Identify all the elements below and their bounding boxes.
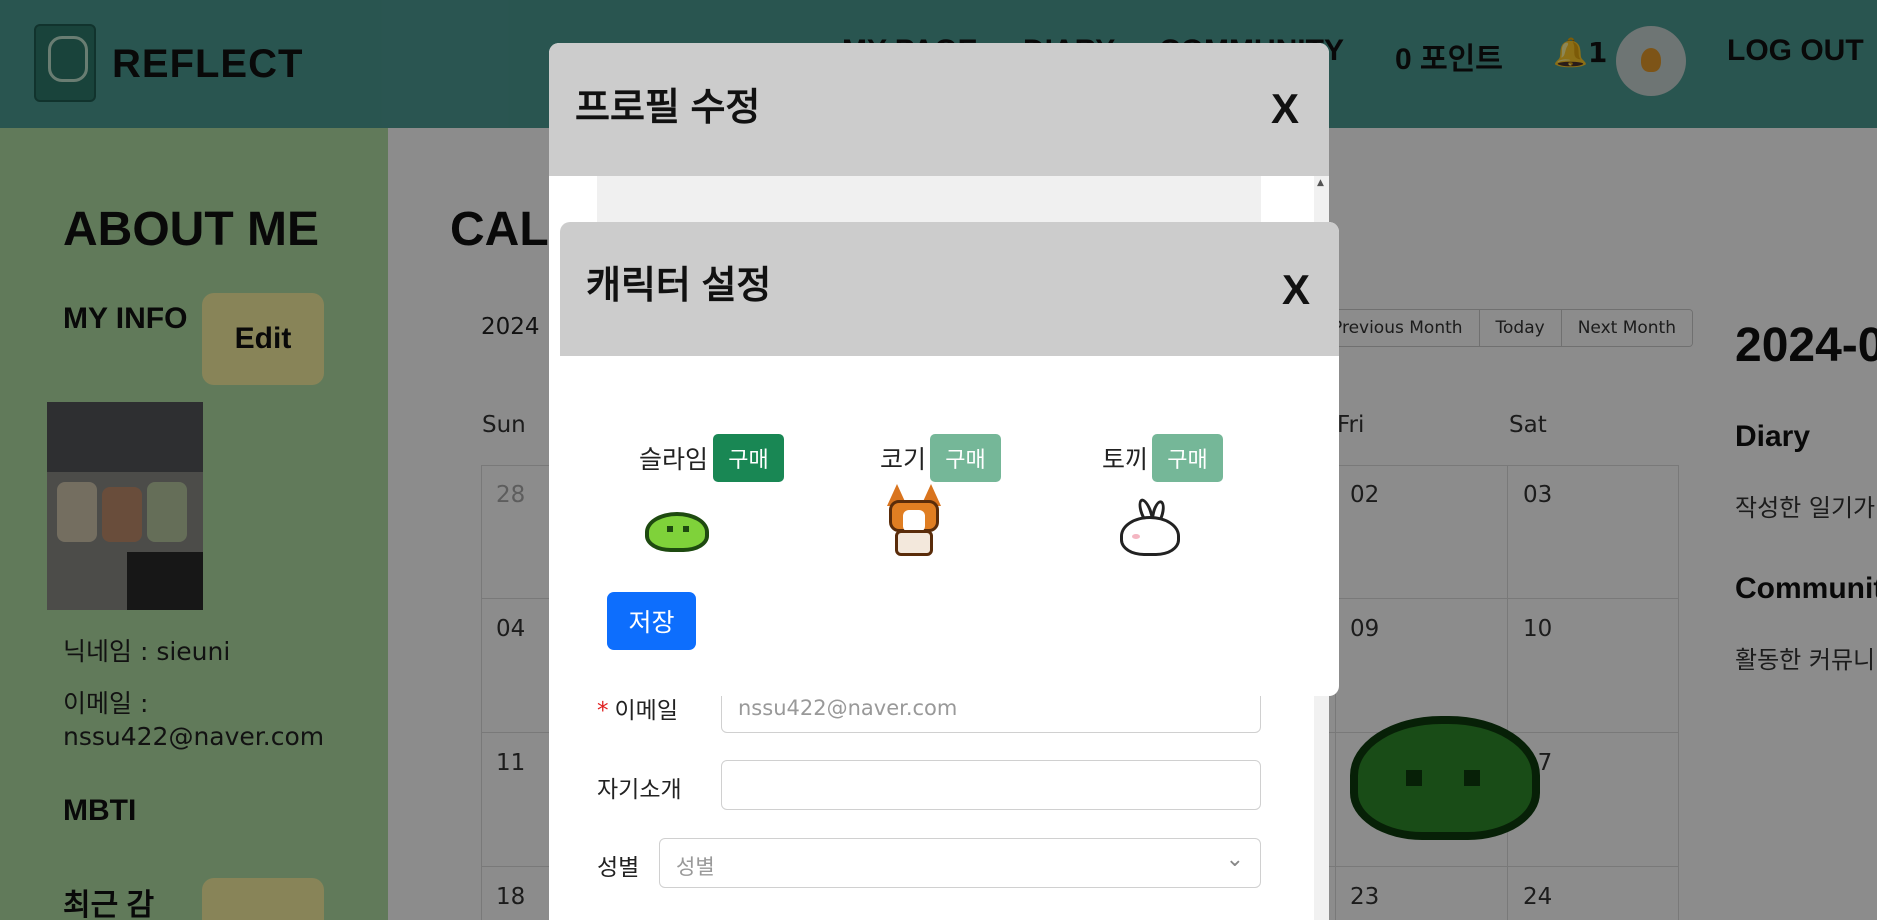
slime-icon[interactable] <box>645 512 709 552</box>
profile-modal-header: 프로필 수정 X <box>549 43 1329 176</box>
gender-placeholder: 성별 <box>676 855 715 879</box>
email-field-label: * 이메일 <box>597 698 678 724</box>
character-name-rabbit: 토끼 <box>1102 445 1149 474</box>
save-button[interactable]: 저장 <box>607 592 696 650</box>
chevron-down-icon: ⌄ <box>1225 847 1244 872</box>
character-name-corgi: 코기 <box>880 445 927 474</box>
corgi-icon[interactable] <box>885 484 943 556</box>
character-modal-header: 캐릭터 설정 X <box>560 222 1339 356</box>
character-name-slime: 슬라임 <box>639 445 709 474</box>
character-modal-title: 캐릭터 설정 <box>586 265 772 307</box>
buy-corgi-button[interactable]: 구매 <box>930 434 1001 482</box>
intro-field[interactable] <box>721 760 1261 810</box>
buy-rabbit-button[interactable]: 구매 <box>1152 434 1223 482</box>
buy-slime-button[interactable]: 구매 <box>713 434 784 482</box>
character-settings-modal: 캐릭터 설정 X 슬라임 구매 코기 구매 토끼 구매 저장 <box>560 222 1339 696</box>
intro-field-label: 자기소개 <box>597 777 682 803</box>
rabbit-icon[interactable] <box>1120 496 1182 556</box>
gender-select[interactable]: 성별 ⌄ <box>659 838 1261 888</box>
profile-modal-title: 프로필 수정 <box>575 87 761 129</box>
character-modal-close-button[interactable]: X <box>1282 266 1310 314</box>
profile-modal-close-button[interactable]: X <box>1271 85 1299 133</box>
gender-field-label: 성별 <box>597 855 640 881</box>
